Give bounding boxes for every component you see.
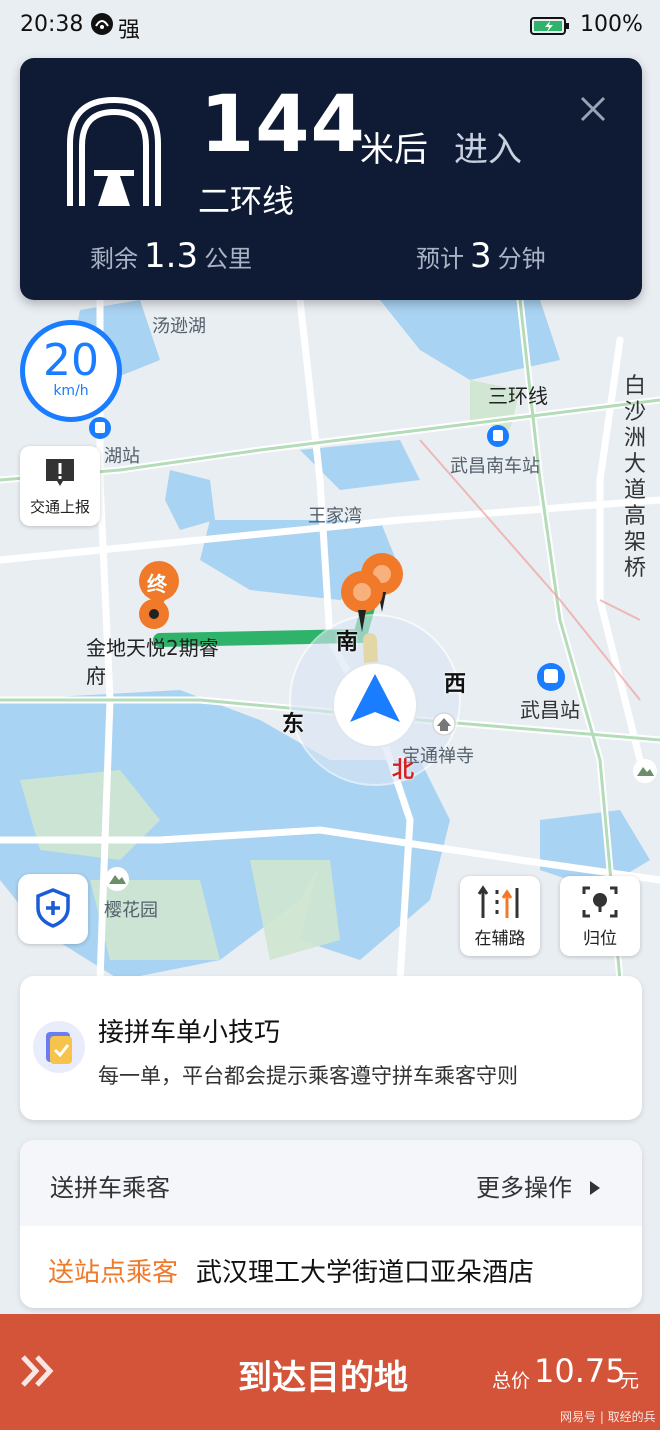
map-label: 三环线	[488, 384, 548, 408]
remaining-distance: 剩余 1.3 公里	[90, 236, 253, 276]
arrive-destination-bar[interactable]: 到达目的地 总价 10.75 元 网易号 | 取经的兵	[0, 1314, 660, 1430]
map-label: 汤逊湖	[152, 316, 206, 337]
watermark: 网易号 | 取经的兵	[560, 1410, 656, 1424]
triangle-right-icon	[589, 1181, 600, 1195]
tunnel-icon	[67, 96, 161, 206]
safety-button[interactable]	[18, 874, 88, 944]
aux-road-label: 在辅路	[474, 929, 526, 949]
signal-icon	[91, 13, 113, 35]
stop-type-label: 送站点乘客	[48, 1258, 179, 1288]
station-icon	[537, 663, 565, 691]
navigation-card: 144 米后 进入 二环线 剩余 1.3 公里 预计 3 分钟	[20, 58, 642, 300]
arrive-button-label: 到达目的地	[238, 1358, 408, 1398]
battery-icon	[530, 17, 569, 35]
exclamation-bubble-icon	[46, 459, 74, 486]
vehicle-position-icon	[332, 662, 418, 748]
temple-icon	[432, 712, 456, 736]
lane-switch-icon	[477, 885, 519, 918]
total-price: 10.75	[534, 1352, 626, 1390]
more-actions-button[interactable]: 更多操作	[476, 1168, 602, 1203]
tip-title: 接拼车单小技巧	[98, 1018, 281, 1048]
double-chevron-right-icon	[21, 1355, 54, 1387]
close-icon[interactable]	[576, 92, 610, 126]
map-label: 樱花园	[104, 900, 158, 921]
traffic-report-label: 交通上报	[29, 498, 90, 516]
road-label-baishazhou: 白沙洲大道高架桥	[623, 374, 646, 581]
station-icon	[89, 417, 111, 439]
recenter-button[interactable]: 归位	[560, 876, 640, 956]
compass-west: 西	[444, 672, 467, 697]
tip-description: 每一单，平台都会提示乘客遵守拼车乘客守则	[98, 1064, 518, 1088]
status-bar: 20:38 强 100%	[0, 0, 660, 54]
map-label: 湖站	[104, 446, 140, 467]
compass-east: 东	[282, 712, 305, 737]
traffic-report-button[interactable]: 交通上报	[20, 446, 100, 526]
compass-south: 南	[336, 630, 359, 655]
aux-road-button[interactable]: 在辅路	[460, 876, 540, 956]
map-label: 武昌南车站	[450, 456, 540, 477]
price-label: 总价	[492, 1370, 531, 1392]
shield-plus-icon	[36, 888, 70, 928]
destination-label: 府	[86, 664, 106, 688]
speed-limit-badge: 20 km/h	[20, 320, 122, 422]
battery-level: 100%	[580, 12, 643, 37]
maneuver-distance-unit: 米后	[360, 130, 428, 170]
maneuver-distance: 144	[200, 80, 366, 170]
destination-badge: 终	[147, 572, 167, 596]
price-unit: 元	[620, 1370, 640, 1392]
passenger-card-title: 送拼车乘客	[50, 1174, 170, 1202]
compass-north: 北	[392, 758, 415, 783]
passenger-card: 送拼车乘客 更多操作 送站点乘客 武汉理工大学街道口亚朵酒店	[20, 1140, 642, 1308]
status-time: 20:38	[20, 12, 84, 37]
maneuver-action: 进入	[454, 130, 522, 170]
stop-name: 武汉理工大学街道口亚朵酒店	[196, 1258, 535, 1288]
tip-card[interactable]: 接拼车单小技巧 每一单，平台都会提示乘客遵守拼车乘客守则	[20, 976, 642, 1120]
map-label: 王家湾	[308, 506, 362, 527]
map-label: 武昌站	[520, 698, 580, 722]
next-road-name: 二环线	[198, 182, 295, 220]
mountain-icon	[633, 759, 657, 783]
mountain-icon	[105, 867, 129, 891]
notepad-check-icon	[33, 1021, 85, 1073]
eta: 预计 3 分钟	[416, 236, 546, 276]
station-icon	[487, 425, 509, 447]
recenter-label: 归位	[583, 929, 617, 949]
destination-label: 金地天悦2期睿	[86, 636, 219, 660]
signal-strength: 强	[118, 18, 141, 43]
locate-icon	[582, 886, 618, 918]
